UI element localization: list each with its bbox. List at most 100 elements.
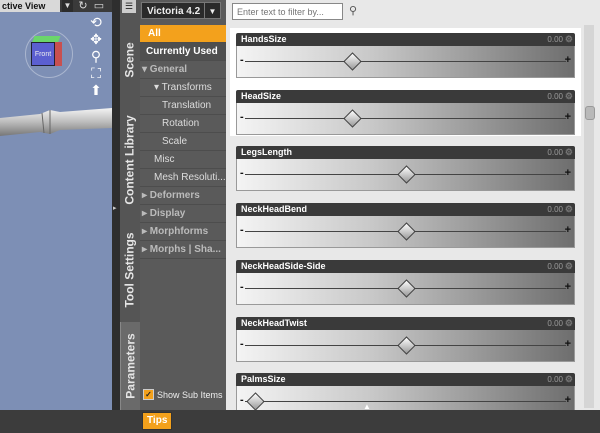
- tree-item[interactable]: ▸ Deformers: [140, 187, 226, 205]
- slider-track[interactable]: - +: [236, 159, 575, 191]
- minus-icon[interactable]: -: [240, 224, 244, 236]
- parameter-slider[interactable]: HeadSize 0.00 ⚙ - +: [236, 90, 575, 135]
- tree-item[interactable]: Rotation: [140, 115, 226, 133]
- gear-icon[interactable]: ⚙: [565, 317, 573, 330]
- slider-knob[interactable]: [397, 165, 416, 184]
- show-sub-items[interactable]: ✓ Show Sub Items: [143, 389, 223, 400]
- view-menu-arrow-icon[interactable]: ▼: [62, 0, 73, 12]
- chevron-down-icon: ▼: [204, 3, 220, 18]
- params-scrollbar[interactable]: [584, 25, 594, 408]
- filter-input[interactable]: [232, 3, 343, 20]
- gear-icon[interactable]: ⚙: [565, 203, 573, 216]
- view-cube-label: Front: [31, 42, 55, 66]
- tips-button[interactable]: Tips: [142, 412, 173, 430]
- tree-item[interactable]: ▸ Display: [140, 205, 226, 223]
- viewport[interactable]: Front ⟲ ✥ ⚲ ⛶ ⬆: [0, 0, 112, 410]
- tab-parameters[interactable]: Parameters: [120, 322, 141, 410]
- gear-icon[interactable]: ⚙: [565, 33, 573, 46]
- minus-icon[interactable]: -: [240, 111, 244, 123]
- minus-icon[interactable]: -: [240, 338, 244, 350]
- tree-item[interactable]: ▸ Morphs | Sha...: [140, 241, 226, 259]
- plus-icon[interactable]: +: [565, 281, 571, 293]
- scroll-thumb[interactable]: [585, 106, 595, 120]
- slider-label: NeckHeadTwist: [241, 318, 307, 328]
- slider-knob[interactable]: [397, 336, 416, 355]
- pipe-model: [0, 108, 112, 136]
- pane-tabs: Scene Content Library Tool Settings Para…: [120, 0, 141, 410]
- parameter-slider[interactable]: NeckHeadBend 0.00 ⚙ - +: [236, 203, 575, 248]
- parameter-slider[interactable]: HandsSize 0.00 ⚙ - +: [236, 33, 575, 78]
- tree-item[interactable]: Currently Used: [140, 43, 226, 61]
- slider-header: HandsSize 0.00 ⚙: [236, 33, 575, 46]
- checkbox-checked-icon[interactable]: ✓: [143, 389, 154, 400]
- viewport-options-icon[interactable]: ▭: [92, 0, 106, 12]
- slider-track[interactable]: - +: [236, 216, 575, 248]
- tab-scene[interactable]: Scene: [120, 20, 140, 100]
- parameter-slider[interactable]: LegsLength 0.00 ⚙ - +: [236, 146, 575, 191]
- plus-icon[interactable]: +: [565, 167, 571, 179]
- slider-value[interactable]: 0.00: [547, 373, 563, 386]
- minus-icon[interactable]: -: [240, 167, 244, 179]
- viewport-rotate-icon[interactable]: ↻: [76, 0, 90, 12]
- slider-value[interactable]: 0.00: [547, 260, 563, 273]
- slider-value[interactable]: 0.00: [547, 90, 563, 103]
- reset-icon[interactable]: ⬆: [85, 82, 107, 99]
- orbit-icon[interactable]: ⟲: [85, 14, 107, 31]
- parameter-slider[interactable]: NeckHeadTwist 0.00 ⚙ - +: [236, 317, 575, 362]
- tab-tool-settings[interactable]: Tool Settings: [120, 220, 140, 320]
- slider-label: HeadSize: [241, 91, 282, 101]
- minus-icon[interactable]: -: [240, 54, 244, 66]
- slider-header: NeckHeadTwist 0.00 ⚙: [236, 317, 575, 330]
- view-cube[interactable]: Front: [31, 36, 62, 68]
- plus-icon[interactable]: +: [565, 394, 571, 406]
- gear-icon[interactable]: ⚙: [565, 146, 573, 159]
- tree-item[interactable]: ▾ Transforms: [140, 79, 226, 97]
- slider-value[interactable]: 0.00: [547, 33, 563, 46]
- slider-value[interactable]: 0.00: [547, 146, 563, 159]
- plus-icon[interactable]: +: [565, 338, 571, 350]
- slider-value[interactable]: 0.00: [547, 317, 563, 330]
- tree-item[interactable]: ▾ General: [140, 61, 226, 79]
- collapse-arrow-icon[interactable]: ▲: [363, 402, 371, 411]
- slider-knob[interactable]: [343, 52, 363, 71]
- frame-icon[interactable]: ⛶: [85, 65, 107, 82]
- view-menu[interactable]: ctive View: [0, 0, 60, 12]
- tree-item[interactable]: Mesh Resoluti...: [140, 169, 226, 187]
- slider-label: LegsLength: [241, 147, 292, 157]
- tree-item[interactable]: ▸ Morphforms: [140, 223, 226, 241]
- plus-icon[interactable]: +: [565, 111, 571, 123]
- slider-header: HeadSize 0.00 ⚙: [236, 90, 575, 103]
- bottom-bar-left: [0, 410, 140, 433]
- slider-value[interactable]: 0.00: [547, 203, 563, 216]
- plus-icon[interactable]: +: [565, 54, 571, 66]
- slider-track[interactable]: - +: [236, 103, 575, 135]
- search-icon[interactable]: ⚲: [349, 5, 361, 17]
- plus-icon[interactable]: +: [565, 224, 571, 236]
- slider-knob[interactable]: [397, 222, 416, 241]
- tree-item[interactable]: Scale: [140, 133, 226, 151]
- gear-icon[interactable]: ⚙: [565, 260, 573, 273]
- tree-item[interactable]: All: [140, 25, 226, 43]
- zoom-icon[interactable]: ⚲: [85, 48, 107, 65]
- slider-header: LegsLength 0.00 ⚙: [236, 146, 575, 159]
- slider-knob[interactable]: [246, 392, 265, 411]
- slider-label: HandsSize: [241, 34, 287, 44]
- tab-content-library[interactable]: Content Library: [120, 100, 140, 220]
- gear-icon[interactable]: ⚙: [565, 90, 573, 103]
- slider-track[interactable]: - +: [236, 46, 575, 78]
- slider-knob[interactable]: [343, 109, 363, 128]
- slider-knob[interactable]: [397, 279, 416, 298]
- bottom-bar: [140, 410, 600, 433]
- pane-menu-icon[interactable]: ☰: [122, 0, 136, 13]
- figure-selector[interactable]: Victoria 4.2 ▼: [141, 2, 221, 19]
- minus-icon[interactable]: -: [240, 281, 244, 293]
- slider-track[interactable]: - +: [236, 273, 575, 305]
- move-icon[interactable]: ✥: [85, 31, 107, 48]
- gear-icon[interactable]: ⚙: [565, 373, 573, 386]
- parameter-slider[interactable]: NeckHeadSide-Side 0.00 ⚙ - +: [236, 260, 575, 305]
- minus-icon[interactable]: -: [240, 394, 244, 406]
- tree-item[interactable]: Misc: [140, 151, 226, 169]
- viewport-tools: ⟲ ✥ ⚲ ⛶ ⬆: [85, 14, 107, 99]
- slider-track[interactable]: - +: [236, 330, 575, 362]
- tree-item[interactable]: Translation: [140, 97, 226, 115]
